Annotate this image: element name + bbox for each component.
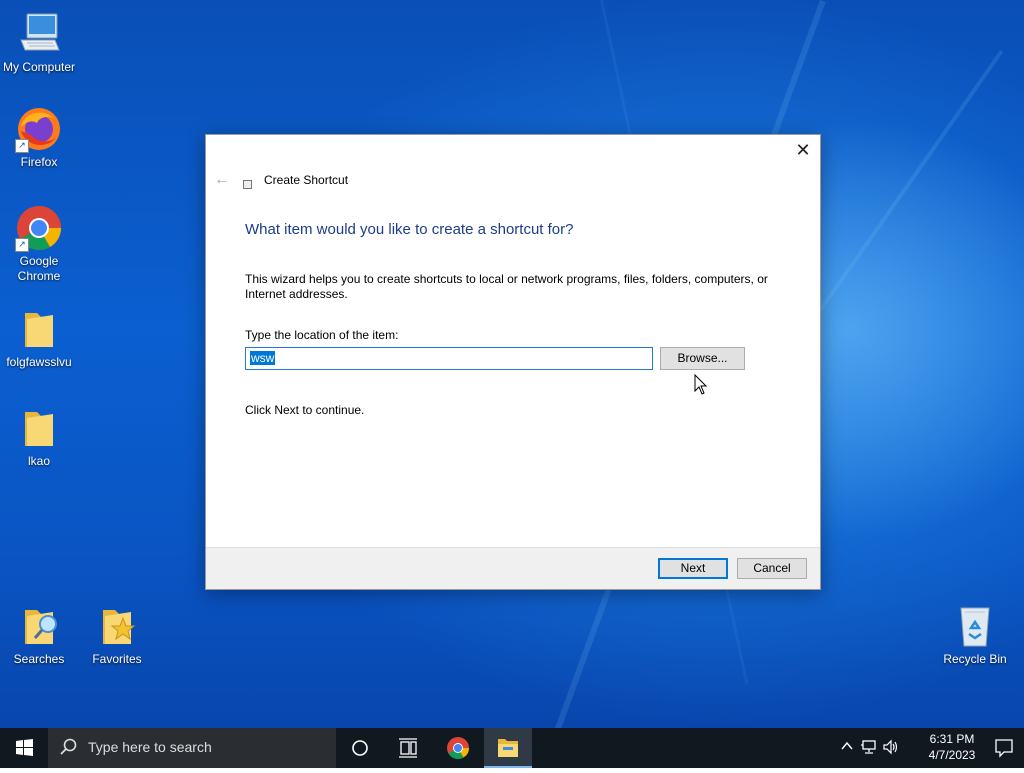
- desktop-icon-label: folgfawsslvu: [6, 355, 72, 369]
- chrome-icon: [447, 737, 469, 759]
- start-button[interactable]: [0, 728, 48, 768]
- location-label: Type the location of the item:: [245, 328, 399, 342]
- dialog-footer: Next Cancel: [206, 547, 820, 589]
- file-explorer-icon: [498, 739, 518, 757]
- close-button[interactable]: ✕: [794, 141, 812, 159]
- close-icon: ✕: [795, 140, 811, 160]
- clock-time: 6:31 PM: [929, 732, 975, 746]
- firefox-icon: ↗: [15, 105, 63, 153]
- desktop-icon-searches[interactable]: Searches: [0, 602, 78, 667]
- volume-icon[interactable]: [882, 739, 900, 758]
- wizard-intro-text: This wizard helps you to create shortcut…: [245, 272, 768, 301]
- cortana-icon: [352, 740, 368, 756]
- desktop-icon-label: My Computer: [2, 60, 76, 74]
- taskbar-file-explorer-button[interactable]: [484, 728, 532, 768]
- folder-icon: [15, 305, 63, 353]
- desktop: My Computer ↗ Firefox ↗ Google Chrome fo…: [0, 0, 1024, 728]
- action-center-button[interactable]: [984, 728, 1024, 768]
- shortcut-arrow-icon: ↗: [15, 139, 29, 153]
- task-view-button[interactable]: [384, 728, 432, 768]
- desktop-icon-label: Favorites: [92, 652, 142, 666]
- network-icon[interactable]: [860, 739, 878, 758]
- next-button[interactable]: Next: [658, 558, 728, 579]
- desktop-icon-google-chrome[interactable]: ↗ Google Chrome: [0, 204, 78, 284]
- shortcut-arrow-icon: ↗: [15, 238, 29, 252]
- location-input-value: wsw: [250, 351, 276, 365]
- folder-icon: [15, 404, 63, 452]
- desktop-icon-label: Firefox: [20, 155, 58, 169]
- cancel-button-label: Cancel: [753, 561, 791, 575]
- recycle-bin-icon: [951, 602, 999, 650]
- desktop-icon-folgfawsslvu[interactable]: folgfawsslvu: [0, 305, 78, 370]
- desktop-icon-firefox[interactable]: ↗ Firefox: [0, 105, 78, 170]
- desktop-icon-label: Google Chrome: [17, 254, 61, 283]
- chrome-icon: ↗: [15, 204, 63, 252]
- system-tray: 6:31 PM 4/7/2023: [834, 728, 1024, 768]
- favorites-folder-icon: [93, 602, 141, 650]
- windows-logo-icon: [16, 739, 33, 756]
- notification-icon: [995, 739, 1013, 758]
- location-input[interactable]: wsw: [245, 347, 653, 370]
- desktop-icon-favorites[interactable]: Favorites: [78, 602, 156, 667]
- searches-folder-icon: [15, 602, 63, 650]
- next-button-label: Next: [680, 561, 706, 575]
- cortana-button[interactable]: [336, 728, 384, 768]
- mouse-cursor-icon: [694, 373, 708, 401]
- continue-instruction: Click Next to continue.: [245, 403, 365, 417]
- taskbar-search-box[interactable]: Type here to search: [48, 728, 336, 768]
- wizard-heading: What item would you like to create a sho…: [245, 221, 574, 238]
- cancel-button[interactable]: Cancel: [737, 558, 807, 579]
- desktop-icon-label: Searches: [13, 652, 65, 666]
- computer-icon: [15, 10, 63, 58]
- desktop-icon-recycle-bin[interactable]: Recycle Bin: [936, 602, 1014, 667]
- back-arrow-icon: ←: [214, 171, 230, 188]
- chevron-up-icon[interactable]: [840, 739, 854, 756]
- desktop-icon-label: Recycle Bin: [943, 652, 1007, 666]
- clock-date: 4/7/2023: [928, 748, 976, 762]
- create-shortcut-dialog: ✕ ← Create Shortcut What item would you …: [205, 134, 821, 590]
- taskbar: Type here to search 6:31 PM 4/7/2023: [0, 728, 1024, 768]
- shortcut-wizard-icon: [243, 180, 252, 189]
- task-view-icon: [399, 738, 417, 758]
- search-icon: [60, 738, 78, 759]
- dialog-title: Create Shortcut: [264, 173, 349, 187]
- desktop-icon-my-computer[interactable]: My Computer: [0, 10, 78, 75]
- browse-button[interactable]: Browse...: [660, 347, 745, 370]
- desktop-icon-lkao[interactable]: lkao: [0, 404, 78, 469]
- back-button[interactable]: ←: [214, 171, 230, 189]
- desktop-icon-label: lkao: [27, 454, 50, 468]
- taskbar-chrome-button[interactable]: [434, 728, 482, 768]
- taskbar-clock[interactable]: 6:31 PM 4/7/2023: [924, 731, 980, 763]
- search-placeholder: Type here to search: [88, 739, 212, 755]
